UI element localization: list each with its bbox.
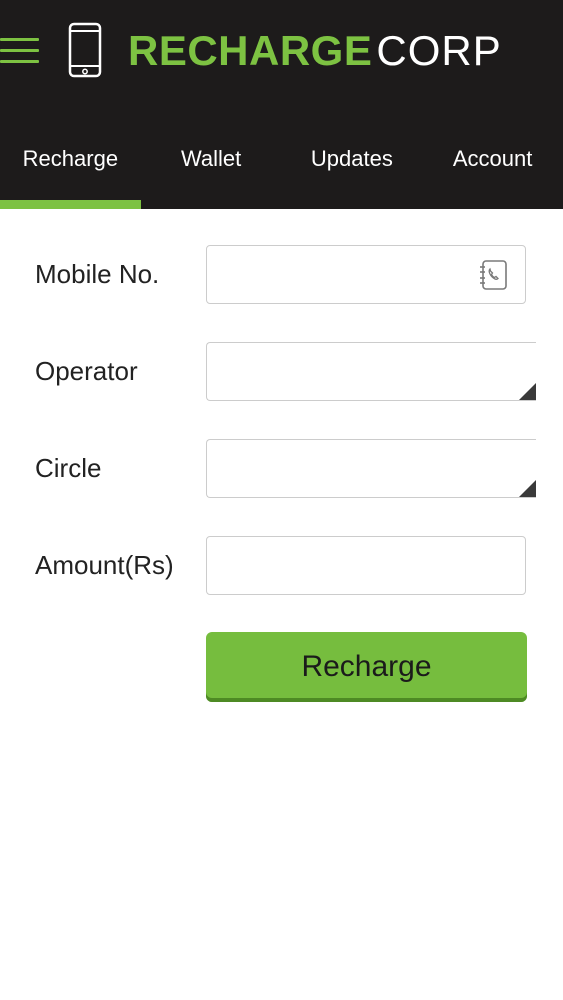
mobile-number-field[interactable] [206,245,526,304]
dropdown-triangle-icon [519,480,536,497]
mobile-phone-icon [68,22,102,78]
contact-book-icon[interactable] [477,259,509,291]
tab-bar: Recharge Wallet Updates Account [0,130,563,209]
tab-updates[interactable]: Updates [282,130,423,209]
amount-field[interactable] [206,536,526,595]
mobile-label: Mobile No. [35,259,160,289]
logo-recharge-text: RECHARGE [128,27,373,74]
brand-logo: RECHARGECORP [128,26,502,76]
tab-account[interactable]: Account [422,130,563,209]
logo-corp-text: CORP [376,27,502,74]
circle-label: Circle [35,453,102,483]
tab-wallet[interactable]: Wallet [141,130,282,209]
operator-select[interactable] [206,342,536,401]
circle-select[interactable] [206,439,536,498]
hamburger-menu-icon[interactable] [0,36,40,66]
recharge-button[interactable]: Recharge [206,632,527,702]
operator-label: Operator [35,356,138,386]
amount-label: Amount(Rs) [35,550,174,580]
dropdown-triangle-icon [519,383,536,400]
app-header: RECHARGECORP Recharge Wallet Updates Acc… [0,0,563,209]
tab-recharge[interactable]: Recharge [0,130,141,209]
